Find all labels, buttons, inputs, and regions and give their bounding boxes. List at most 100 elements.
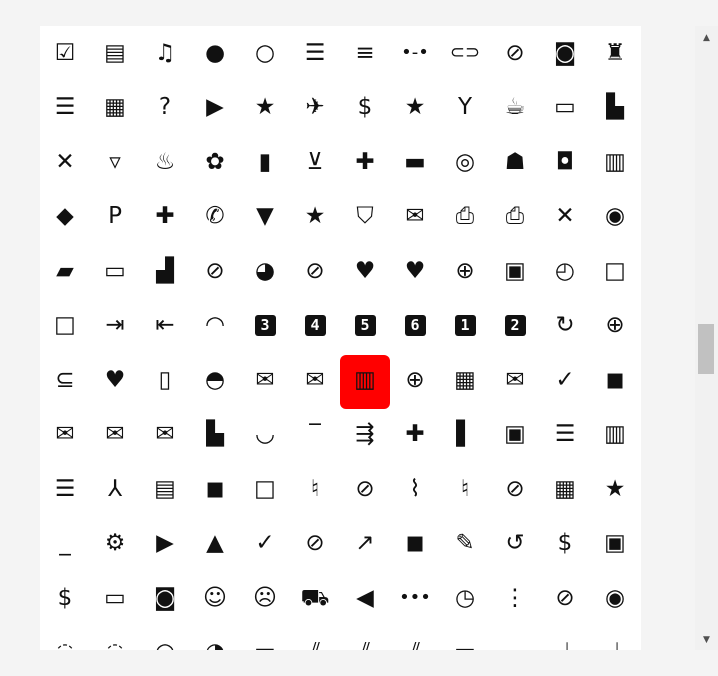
icon-tile-miscellaneous-services[interactable]: ⚙ [90, 517, 140, 572]
icon-tile-microwave[interactable]: ▦ [540, 462, 590, 517]
icon-tile-loop[interactable]: ↻ [540, 299, 590, 354]
icon-tile-monitor[interactable]: ▭ [90, 571, 140, 626]
icon-tile-liquor[interactable]: ♜ [590, 26, 640, 81]
icon-tile-mark-email-unread[interactable]: ✉ [90, 408, 140, 463]
icon-tile-local-offer[interactable]: ◆ [40, 190, 90, 245]
icon-tile-location-searching[interactable]: ⊕ [440, 244, 490, 299]
icon-tile-motion-photos-on[interactable]: ◉ [590, 571, 640, 626]
icon-tile-map[interactable]: ▥ [340, 353, 390, 409]
icon-tile-maps-ugc[interactable]: ⊕ [390, 353, 440, 408]
icon-tile-motion-photos-pause[interactable]: ◌ [40, 626, 90, 650]
icon-tile-mail[interactable]: ✉ [240, 353, 290, 408]
icon-tile-local-grocery-store[interactable]: ⊻ [290, 135, 340, 190]
icon-tile-local-cafe[interactable]: ☕ [490, 81, 540, 136]
icon-tile-local-drink[interactable]: ▿ [90, 135, 140, 190]
icon-tile-local-atm[interactable]: $ [340, 81, 390, 136]
icon-tile-lock-outline[interactable]: □ [40, 299, 90, 354]
icon-tile-local-activity[interactable]: ★ [240, 81, 290, 136]
icon-tile-local-shipping[interactable]: ▰ [40, 244, 90, 299]
icon-tile-music-off[interactable]: ♩ [590, 626, 640, 650]
icon-tile-local-parking[interactable]: P [90, 190, 140, 245]
icon-tile-movie-creation[interactable]: ⫽ [290, 626, 340, 650]
icon-tile-linked-camera[interactable]: ◙ [540, 26, 590, 81]
icon-tile-model-training[interactable]: ↺ [490, 517, 540, 572]
icon-tile-mic-external-off[interactable]: ⊘ [340, 462, 390, 517]
icon-tile-markunread[interactable]: ✉ [140, 408, 190, 463]
icon-tile-list-alt[interactable]: ▦ [90, 81, 140, 136]
icon-tile-local-pizza[interactable]: ▼ [240, 190, 290, 245]
icon-tile-local-convenience-store[interactable]: ▙ [590, 81, 640, 136]
vertical-scrollbar[interactable]: ▲ ▼ [695, 26, 718, 650]
icon-tile-meeting-room[interactable]: ▌ [440, 408, 490, 463]
icon-tile-local-taxi[interactable]: ▭ [90, 244, 140, 299]
icon-tile-local-hospital[interactable]: ✚ [340, 135, 390, 190]
icon-tile-mood[interactable]: ☺ [190, 571, 240, 626]
icon-tile-library-books[interactable]: ▤ [90, 26, 140, 81]
icon-tile-looks-6[interactable]: 6 [390, 299, 440, 354]
icon-tile-local-attraction[interactable]: ★ [390, 81, 440, 136]
icon-tile-lightbulb-outline[interactable]: ○ [240, 26, 290, 81]
icon-tile-looks[interactable]: ◠ [190, 299, 240, 354]
icon-tile-merge-type[interactable]: ⇶ [340, 408, 390, 463]
icon-tile-message[interactable]: ▤ [140, 462, 190, 517]
icon-tile-lunch-dining[interactable]: ◓ [190, 353, 240, 408]
icon-tile-menu-open[interactable]: ☰ [40, 462, 90, 517]
icon-tile-mic[interactable]: ♮ [290, 462, 340, 517]
icon-tile-mood-bad[interactable]: ☹ [240, 571, 290, 626]
icon-tile-local-bar[interactable]: Y [440, 81, 490, 136]
icon-tile-local-play[interactable]: ★ [290, 190, 340, 245]
icon-tile-looks-two[interactable]: 2 [490, 299, 540, 354]
icon-tile-more-horiz[interactable]: ••• [390, 571, 440, 626]
icon-tile-looks-4[interactable]: 4 [290, 299, 340, 354]
icon-tile-money[interactable]: ▣ [590, 517, 640, 572]
icon-tile-mic-off[interactable]: ⊘ [490, 462, 540, 517]
icon-tile-local-print-shop[interactable]: ⎙ [440, 190, 490, 245]
icon-tile-move-to-inbox[interactable]: ◕ [190, 626, 240, 650]
icon-tile-location-on[interactable]: ♥ [340, 244, 390, 299]
icon-tile-local-post-office[interactable]: ✉ [390, 190, 440, 245]
icon-tile-mic-external-on[interactable]: ⌇ [390, 462, 440, 517]
icon-tile-medical-services[interactable]: ✚ [390, 408, 440, 463]
icon-tile-library-add-check[interactable]: ☑ [40, 26, 90, 81]
icon-tile-logout[interactable]: ⇤ [140, 299, 190, 354]
icon-tile-local-florist[interactable]: ✿ [190, 135, 240, 190]
icon-tile-low-priority[interactable]: ⊆ [40, 353, 90, 408]
icon-tile-museum[interactable]: ◡ [490, 626, 540, 650]
icon-tile-local-pharmacy[interactable]: ✚ [140, 190, 190, 245]
icon-tile-local-car-wash[interactable]: ▭ [540, 81, 590, 136]
icon-tile-local-police[interactable]: ⛉ [340, 190, 390, 245]
icon-tile-lightbulb[interactable]: ● [190, 26, 240, 81]
icon-tile-missed-video-call[interactable]: ▶ [140, 517, 190, 572]
icon-tile-more-vert[interactable]: ⋮ [490, 571, 540, 626]
icon-tile-movie[interactable]: ▭ [240, 626, 290, 650]
icon-tile-mms[interactable]: ▲ [190, 517, 240, 572]
icon-tile-mark-as-unread[interactable]: ✉ [490, 353, 540, 408]
icon-tile-location-city[interactable]: ▟ [140, 244, 190, 299]
icon-tile-line-weight[interactable]: ≡ [340, 26, 390, 81]
icon-tile-local-see[interactable]: ◉ [590, 190, 640, 245]
icon-tile-loupe[interactable]: ⊕ [590, 299, 640, 354]
icon-tile-movie-filter[interactable]: ⫽ [340, 626, 390, 650]
scroll-down-arrow-icon[interactable]: ▼ [695, 630, 718, 650]
icon-tile-mobile-screen-share[interactable]: ↗ [340, 517, 390, 572]
icon-tile-more-time[interactable]: ◷ [440, 571, 490, 626]
icon-tile-more[interactable]: ◀ [340, 571, 390, 626]
icon-tile-margin[interactable]: ▦ [440, 353, 490, 408]
icon-tile-mic-none[interactable]: ♮ [440, 462, 490, 517]
icon-tile-chat-bubble[interactable]: ◼ [190, 462, 240, 517]
icon-tile-location-pin[interactable]: ♥ [390, 244, 440, 299]
icon-tile-local-gas-station[interactable]: ▮ [240, 135, 290, 190]
icon-tile-luggage[interactable]: ▯ [140, 353, 190, 408]
icon-tile-local-restaurant[interactable]: ✕ [540, 190, 590, 245]
icon-tile-mode-comment[interactable]: ◼ [390, 517, 440, 572]
icon-tile-local-movies[interactable]: ▥ [590, 135, 640, 190]
icon-tile-motion-photos-paused[interactable]: ◌ [90, 626, 140, 650]
icon-tile-mode-edit[interactable]: ✎ [440, 517, 490, 572]
icon-tile-local-library[interactable]: ☗ [490, 135, 540, 190]
icon-tile-motion-photos-off[interactable]: ⊘ [540, 571, 590, 626]
icon-tile-lock-clock[interactable]: ◴ [540, 244, 590, 299]
icon-tile-local-hotel[interactable]: ▬ [390, 135, 440, 190]
icon-tile-local-fire-department[interactable]: ♨ [140, 135, 190, 190]
icon-tile-local-dining[interactable]: ✕ [40, 135, 90, 190]
icon-tile-memory[interactable]: ▣ [490, 408, 540, 463]
